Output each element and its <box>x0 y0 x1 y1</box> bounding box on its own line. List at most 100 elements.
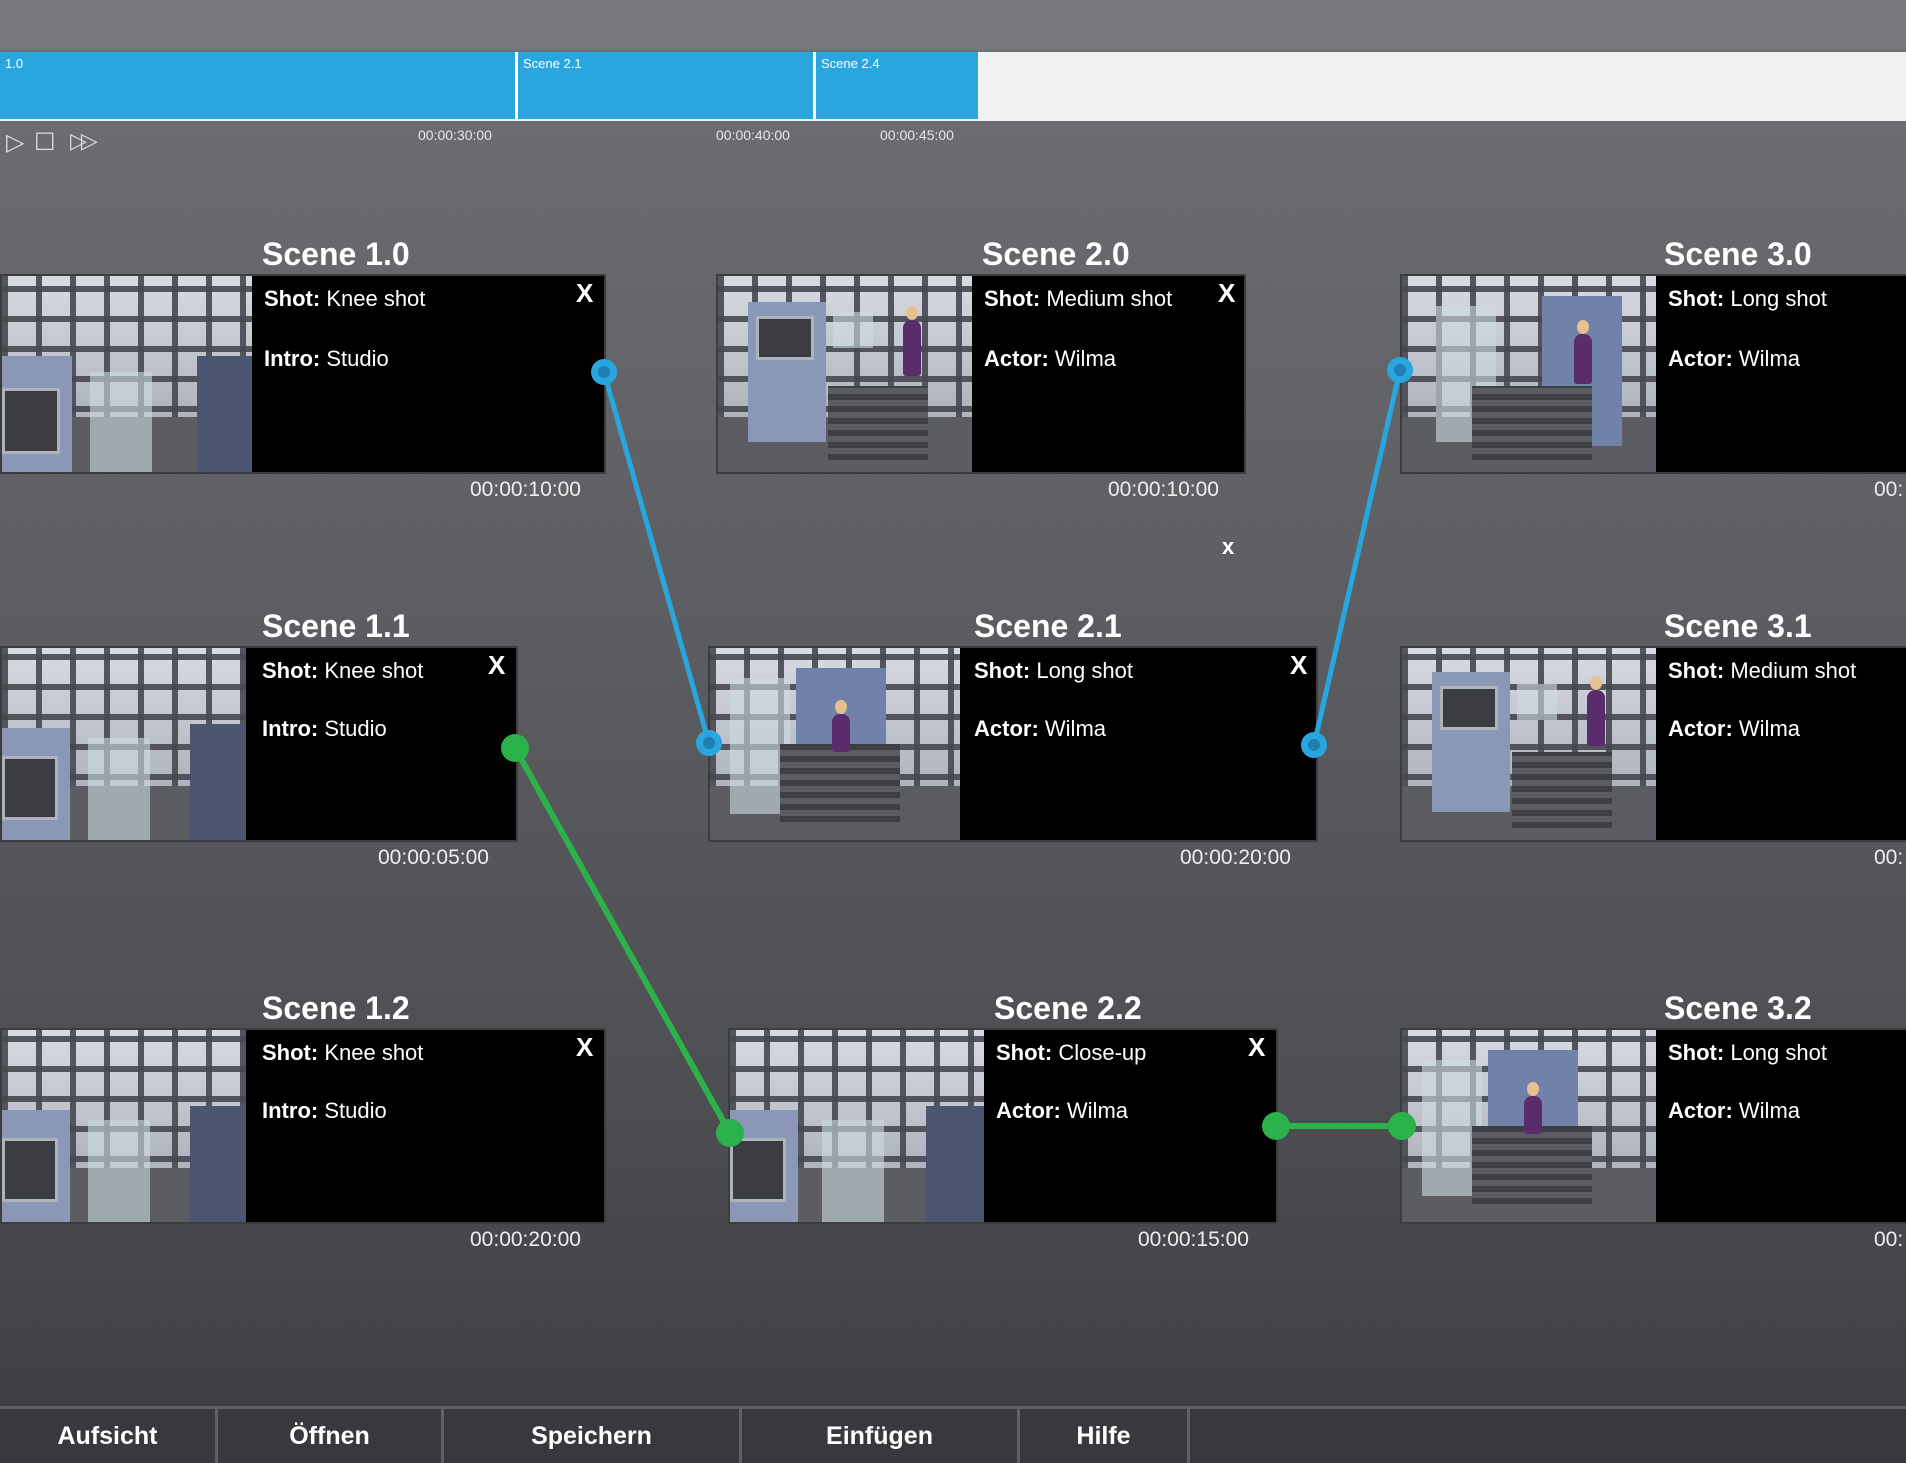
shot-label: Shot: <box>1668 1040 1725 1065</box>
timeline-segment-label: Scene 2.1 <box>523 56 582 71</box>
scene-duration: 00:00:10:00 <box>1108 478 1219 501</box>
scene-thumbnail <box>2 648 246 840</box>
scene-title: Scene 3.0 <box>1664 236 1812 272</box>
timeline-segment[interactable]: Scene 2.1 <box>518 52 816 119</box>
detail-value: Wilma <box>1738 346 1801 371</box>
scene-title: Scene 2.0 <box>982 236 1130 272</box>
timeline-segment-label: 1.0 <box>5 56 24 71</box>
timeline-segment-label: Scene 2.4 <box>821 56 880 71</box>
toolbar-button-oeffnen[interactable]: Öffnen <box>218 1409 444 1463</box>
scene-title: Scene 2.2 <box>994 990 1142 1026</box>
detail-value: Wilma <box>1066 1098 1129 1123</box>
scene-card[interactable]: Shot: Long shot Actor: Wilma <box>1400 274 1906 474</box>
shot-label: Shot: <box>1668 658 1725 683</box>
timeline-segment[interactable]: Scene 2.4 <box>816 52 978 119</box>
stop-icon[interactable]: ☐ <box>34 128 56 156</box>
detail-value: Wilma <box>1738 716 1801 741</box>
scene-duration: 00:00:05:00 <box>378 846 489 869</box>
scene-duration: 00:00:20:00 <box>1180 846 1291 869</box>
scene-duration: 00: <box>1874 846 1904 869</box>
scene-title: Scene 1.0 <box>262 236 410 272</box>
toolbar-button-aufsicht[interactable]: Aufsicht <box>0 1409 218 1463</box>
scene-duration: 00: <box>1874 1228 1904 1251</box>
scene-title: Scene 2.1 <box>974 608 1122 644</box>
scene-card[interactable]: Shot: Long shot Actor: Wilma X <box>708 646 1318 842</box>
scene-card[interactable]: Shot: Knee shot Intro: Studio X <box>0 274 606 474</box>
close-icon[interactable]: X <box>1218 278 1235 309</box>
shot-label: Shot: <box>262 658 319 683</box>
detail-label: Actor: <box>974 716 1039 741</box>
detail-label: Intro: <box>262 716 319 741</box>
detail-label: Intro: <box>262 1098 319 1123</box>
scene-title: Scene 1.2 <box>262 990 410 1026</box>
scene-thumbnail <box>710 648 960 840</box>
close-icon[interactable]: X <box>576 278 593 309</box>
shot-label: Shot: <box>262 1040 319 1065</box>
detail-label: Actor: <box>1668 716 1733 741</box>
detail-value: Wilma <box>1738 1098 1801 1123</box>
shot-value: Long shot <box>1036 658 1133 683</box>
bottom-toolbar: Aufsicht Öffnen Speichern Einfügen Hilfe <box>0 1406 1906 1463</box>
shot-value: Medium shot <box>1046 286 1173 311</box>
scene-thumbnail <box>1402 1030 1656 1222</box>
connection-line-blue <box>1311 369 1403 746</box>
play-icon[interactable]: ▷ <box>6 128 24 156</box>
detail-label: Actor: <box>996 1098 1061 1123</box>
scene-thumbnail <box>718 276 972 472</box>
timeline-segment[interactable]: 1.0 <box>0 52 518 119</box>
close-icon[interactable]: X <box>576 1032 593 1063</box>
shot-label: Shot: <box>974 658 1031 683</box>
timeline-track[interactable]: 1.0 Scene 2.1 Scene 2.4 <box>0 52 1906 121</box>
scene-duration: 00: <box>1874 478 1904 501</box>
detail-value: Studio <box>326 346 389 371</box>
connection-line-blue <box>601 371 712 744</box>
detail-label: Actor: <box>1668 1098 1733 1123</box>
scene-thumbnail <box>2 276 252 472</box>
close-icon[interactable]: X <box>1290 650 1307 681</box>
scene-duration: 00:00:10:00 <box>470 478 581 501</box>
timeline-tick-label: 00:00:45:00 <box>880 127 954 143</box>
shot-value: Knee shot <box>326 286 426 311</box>
shot-value: Long shot <box>1730 286 1827 311</box>
detail-label: Actor: <box>984 346 1049 371</box>
scene-card[interactable]: Shot: Close-up Actor: Wilma X <box>728 1028 1278 1224</box>
scene-card[interactable]: Shot: Knee shot Intro: Studio X <box>0 646 518 842</box>
shot-value: Knee shot <box>324 658 424 683</box>
scene-card[interactable]: Shot: Medium shot Actor: Wilma <box>1400 646 1906 842</box>
shot-label: Shot: <box>264 286 321 311</box>
detail-value: Studio <box>324 1098 387 1123</box>
shot-value: Medium shot <box>1730 658 1857 683</box>
top-strip <box>0 0 1906 50</box>
scene-thumbnail <box>730 1030 984 1222</box>
scene-thumbnail <box>2 1030 246 1222</box>
scene-card[interactable]: Shot: Medium shot Actor: Wilma X <box>716 274 1246 474</box>
shot-value: Close-up <box>1058 1040 1147 1065</box>
close-icon[interactable]: X <box>1248 1032 1265 1063</box>
detail-label: Actor: <box>1668 346 1733 371</box>
detail-label: Intro: <box>264 346 321 371</box>
toolbar-button-speichern[interactable]: Speichern <box>444 1409 742 1463</box>
close-icon[interactable]: x <box>1222 534 1234 560</box>
shot-value: Knee shot <box>324 1040 424 1065</box>
timeline-tick-label: 00:00:30:00 <box>418 127 492 143</box>
shot-label: Shot: <box>996 1040 1053 1065</box>
scene-title: Scene 3.1 <box>1664 608 1812 644</box>
close-icon[interactable]: X <box>488 650 505 681</box>
scene-thumbnail <box>1402 276 1656 472</box>
scene-title: Scene 3.2 <box>1664 990 1812 1026</box>
shot-label: Shot: <box>1668 286 1725 311</box>
shot-value: Long shot <box>1730 1040 1827 1065</box>
scene-duration: 00:00:15:00 <box>1138 1228 1249 1251</box>
toolbar-button-hilfe[interactable]: Hilfe <box>1020 1409 1190 1463</box>
timeline-tick-label: 00:00:40:00 <box>716 127 790 143</box>
toolbar-button-einfuegen[interactable]: Einfügen <box>742 1409 1020 1463</box>
detail-value: Studio <box>324 716 387 741</box>
fast-forward-icon[interactable]: ▷▷ <box>70 128 98 154</box>
scene-card[interactable]: Shot: Knee shot Intro: Studio X <box>0 1028 606 1224</box>
detail-value: Wilma <box>1054 346 1117 371</box>
scene-duration: 00:00:20:00 <box>470 1228 581 1251</box>
detail-value: Wilma <box>1044 716 1107 741</box>
scene-thumbnail <box>1402 648 1656 840</box>
scene-card[interactable]: Shot: Long shot Actor: Wilma <box>1400 1028 1906 1224</box>
scene-title: Scene 1.1 <box>262 608 410 644</box>
